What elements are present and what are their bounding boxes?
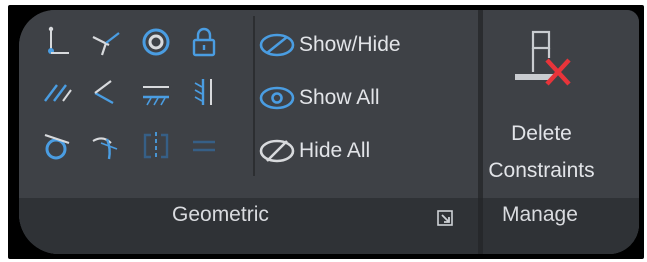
geometric-panel-title: Geometric [172, 203, 269, 226]
fix-constraint-button[interactable] [184, 22, 224, 62]
tangent-constraint-button[interactable] [38, 126, 78, 166]
coincident-icon [48, 26, 69, 54]
title-divider [478, 198, 483, 254]
delete-label-line2: Constraints [488, 159, 595, 182]
delete-constraints-button[interactable]: Delete Constraints [463, 18, 620, 188]
symmetric-icon [143, 132, 169, 160]
show-hide-icon [259, 33, 295, 57]
fix-icon [192, 27, 216, 57]
horizontal-icon [143, 86, 169, 106]
coincident-constraint-button[interactable] [38, 22, 78, 62]
smooth-constraint-button[interactable] [86, 126, 126, 166]
show-hide-button[interactable]: Show/Hide [258, 25, 458, 65]
horizontal-constraint-button[interactable] [136, 72, 176, 112]
delete-label-line1: Delete [511, 122, 572, 145]
delete-constraints-icon [515, 30, 571, 86]
dialog-launcher-icon [437, 210, 453, 226]
show-all-button[interactable]: Show All [258, 78, 458, 118]
perpendicular-constraint-button[interactable] [86, 72, 126, 112]
symmetric-constraint-button[interactable] [136, 126, 176, 166]
dialog-launcher-button[interactable] [437, 210, 453, 226]
parallel-constraint-button[interactable] [38, 72, 78, 112]
collinear-icon [92, 32, 120, 56]
hide-all-label: Hide All [299, 139, 371, 162]
hide-all-icon [259, 139, 295, 163]
parallel-icon [44, 84, 72, 102]
show-hide-label: Show/Hide [299, 33, 401, 56]
equal-icon [193, 140, 215, 152]
icon-group-divider [253, 16, 255, 176]
show-all-label: Show All [299, 86, 380, 109]
show-all-icon [259, 86, 295, 110]
collinear-constraint-button[interactable] [86, 22, 126, 62]
vertical-constraint-button[interactable] [184, 72, 224, 112]
smooth-icon [92, 137, 118, 160]
concentric-icon [142, 28, 170, 56]
tangent-icon [44, 133, 70, 160]
perpendicular-icon [94, 80, 114, 105]
vertical-icon [194, 79, 212, 105]
hide-all-button[interactable]: Hide All [258, 131, 458, 171]
manage-panel-title: Manage [502, 203, 578, 226]
equal-constraint-button[interactable] [184, 126, 224, 166]
concentric-constraint-button[interactable] [136, 22, 176, 62]
